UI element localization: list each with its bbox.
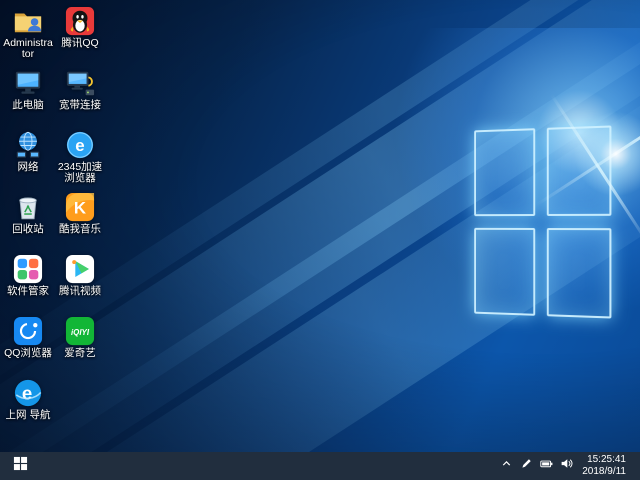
desktop-icon-label: 宽带连接 bbox=[59, 100, 101, 111]
desktop-icon-grid: Administrator 腾讯QQ 此电脑 宽带连接 网络 bbox=[2, 3, 106, 437]
desktop-icon-label: Administrator bbox=[2, 38, 54, 60]
web-navigation-e-icon: e bbox=[13, 378, 43, 408]
desktop-icon-label: 回收站 bbox=[12, 224, 44, 235]
desktop-icon-label: 网络 bbox=[18, 162, 39, 173]
desktop-icon-label: 此电脑 bbox=[12, 100, 44, 111]
taskbar: 15:25:41 2018/9/11 bbox=[0, 452, 640, 480]
qq-browser-orbit-icon bbox=[13, 316, 43, 346]
tray-chevron-button[interactable] bbox=[496, 452, 516, 480]
svg-text:K: K bbox=[74, 199, 87, 218]
desktop-icon-label: QQ浏览器 bbox=[4, 348, 52, 359]
tencent-video-play-icon bbox=[65, 254, 95, 284]
chevron-up-icon bbox=[500, 457, 513, 475]
taskbar-empty-area bbox=[40, 452, 496, 480]
desktop-icon-qq-browser[interactable]: QQ浏览器 bbox=[2, 313, 54, 375]
desktop-icon-broadband[interactable]: 宽带连接 bbox=[54, 65, 106, 127]
desktop-icon-label: 2345加速浏览器 bbox=[54, 162, 106, 184]
clock-date: 2018/9/11 bbox=[582, 466, 626, 478]
taskbar-clock[interactable]: 15:25:41 2018/9/11 bbox=[576, 454, 634, 478]
user-folder-icon bbox=[13, 6, 43, 36]
kuwo-music-icon: K bbox=[65, 192, 95, 222]
svg-text:iQIYI: iQIYI bbox=[71, 328, 90, 337]
start-button[interactable] bbox=[0, 452, 40, 480]
system-tray: 15:25:41 2018/9/11 bbox=[496, 452, 640, 480]
desktop-icon-2345-browser[interactable]: e 2345加速浏览器 bbox=[54, 127, 106, 189]
broadband-connection-icon bbox=[65, 68, 95, 98]
desktop-icon-iqiyi[interactable]: iQIYI 爱奇艺 bbox=[54, 313, 106, 375]
windows-desktop: Administrator 腾讯QQ 此电脑 宽带连接 网络 bbox=[0, 0, 640, 480]
desktop-icon-network[interactable]: 网络 bbox=[2, 127, 54, 189]
pen-input-icon bbox=[520, 457, 533, 475]
desktop-icon-label: 腾讯视频 bbox=[59, 286, 101, 297]
2345-browser-e-icon: e bbox=[65, 130, 95, 160]
desktop-icon-label: 爱奇艺 bbox=[64, 348, 96, 359]
desktop-icon-tencent-video[interactable]: 腾讯视频 bbox=[54, 251, 106, 313]
desktop-icon-software-manager[interactable]: 软件管家 bbox=[2, 251, 54, 313]
computer-monitor-icon bbox=[13, 68, 43, 98]
windows-start-icon bbox=[13, 456, 28, 476]
clock-time: 15:25:41 bbox=[587, 454, 626, 466]
svg-text:e: e bbox=[75, 136, 84, 155]
desktop-icon-kuwo-music[interactable]: K 酷我音乐 bbox=[54, 189, 106, 251]
desktop-icon-tencent-qq[interactable]: 腾讯QQ bbox=[54, 3, 106, 65]
tray-pen-input-button[interactable] bbox=[516, 452, 536, 480]
desktop-icon-label: 上网 导航 bbox=[6, 410, 51, 421]
desktop-icon-web-navigation[interactable]: e 上网 导航 bbox=[2, 375, 54, 437]
desktop-icon-label: 腾讯QQ bbox=[61, 38, 98, 49]
desktop-icon-label: 酷我音乐 bbox=[59, 224, 101, 235]
battery-icon bbox=[540, 457, 553, 475]
desktop-icon-recycle-bin[interactable]: 回收站 bbox=[2, 189, 54, 251]
recycle-bin-icon bbox=[13, 192, 43, 222]
network-globe-icon bbox=[13, 130, 43, 160]
desktop-icon-this-pc[interactable]: 此电脑 bbox=[2, 65, 54, 127]
tray-battery-button[interactable] bbox=[536, 452, 556, 480]
tray-volume-button[interactable] bbox=[556, 452, 576, 480]
qq-penguin-icon bbox=[65, 6, 95, 36]
desktop-icon-administrator[interactable]: Administrator bbox=[2, 3, 54, 65]
iqiyi-icon: iQIYI bbox=[65, 316, 95, 346]
desktop-icon-label: 软件管家 bbox=[7, 286, 49, 297]
svg-text:e: e bbox=[22, 383, 32, 404]
software-manager-grid-icon bbox=[13, 254, 43, 284]
volume-icon bbox=[560, 457, 573, 475]
